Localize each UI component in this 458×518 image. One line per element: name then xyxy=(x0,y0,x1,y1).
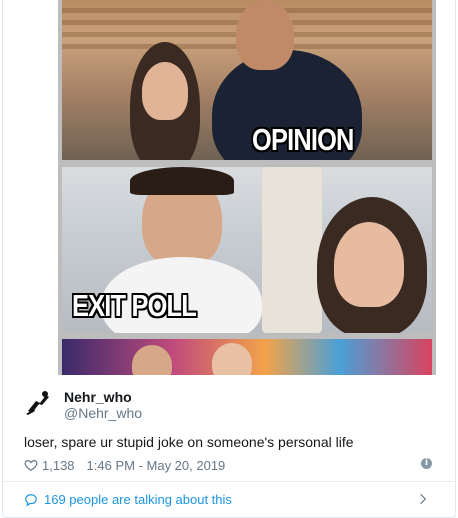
reply-meta: 1,138 1:46 PM - May 20, 2019 xyxy=(24,456,225,474)
woman-face xyxy=(334,222,404,307)
info-icon[interactable]: i xyxy=(421,458,432,469)
reply-text: loser, spare ur stupid joke on someone's… xyxy=(24,434,354,450)
conversation-link[interactable]: 169 people are talking about this xyxy=(2,482,456,517)
chevron-right-icon[interactable] xyxy=(416,492,430,506)
avatar[interactable] xyxy=(22,387,54,419)
child-face xyxy=(132,345,172,375)
author-handle[interactable]: @Nehr_who xyxy=(64,405,142,421)
avatar-silhouette-icon xyxy=(22,387,54,419)
child-face xyxy=(212,343,252,375)
background-person xyxy=(262,167,322,333)
meme-image[interactable]: OPINION POLL EXIT POLL xyxy=(58,0,436,375)
man-hair xyxy=(130,167,234,195)
speech-bubble-icon xyxy=(25,493,37,506)
conversation-label: 169 people are talking about this xyxy=(44,492,232,507)
man-face xyxy=(236,0,294,70)
meme-panel-cartoon xyxy=(62,339,432,375)
meme-panel-exit-poll: EXIT POLL xyxy=(62,167,432,333)
timestamp[interactable]: 1:46 PM - May 20, 2019 xyxy=(87,458,226,473)
like-count[interactable]: 1,138 xyxy=(42,458,75,473)
caption-exit-poll: EXIT POLL xyxy=(72,288,197,323)
woman-face xyxy=(142,62,188,120)
heart-icon[interactable] xyxy=(24,458,38,472)
author-name[interactable]: Nehr_who xyxy=(64,389,132,405)
meme-panel-opinion-poll: OPINION POLL xyxy=(62,0,432,160)
caption-opinion-poll: OPINION POLL xyxy=(252,122,354,160)
